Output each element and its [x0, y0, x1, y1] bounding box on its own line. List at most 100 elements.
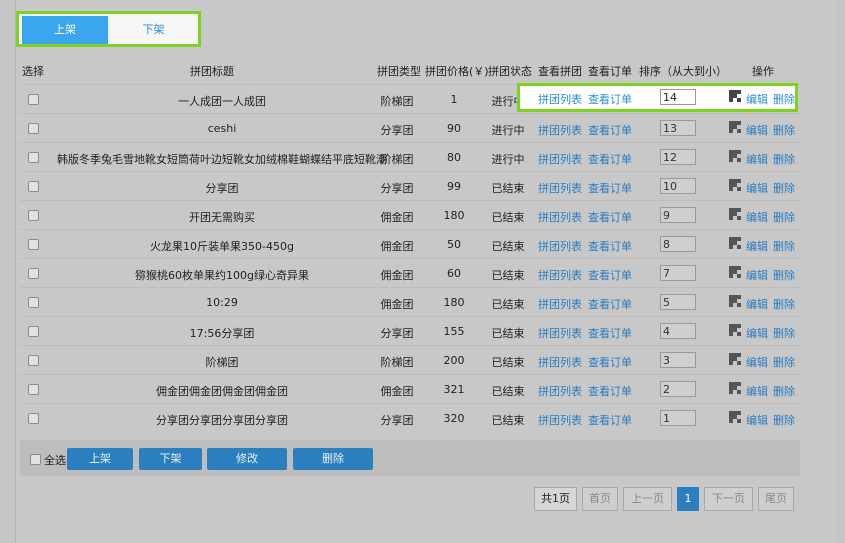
sort-input[interactable]: [660, 178, 696, 194]
row-checkbox[interactable]: [28, 210, 39, 221]
batch-delete-button[interactable]: 删除: [293, 448, 373, 470]
page-first[interactable]: 首页: [582, 487, 618, 511]
delete-link[interactable]: 删除: [773, 383, 795, 399]
edit-link[interactable]: 编辑: [746, 209, 768, 225]
edit-link[interactable]: 编辑: [746, 325, 768, 341]
edit-link[interactable]: 编辑: [746, 91, 768, 107]
qr-code-icon[interactable]: [729, 208, 741, 220]
group-list-link[interactable]: 拼团列表: [538, 151, 582, 167]
delete-link[interactable]: 删除: [773, 180, 795, 196]
page-prev[interactable]: 上一页: [623, 487, 672, 511]
delete-link[interactable]: 删除: [773, 122, 795, 138]
sort-input[interactable]: [660, 381, 696, 397]
row-status: 已结束: [491, 414, 525, 427]
row-type: 佣金团: [380, 211, 414, 224]
qr-code-icon[interactable]: [729, 295, 741, 307]
row-type: 分享团: [380, 182, 414, 195]
row-checkbox[interactable]: [28, 268, 39, 279]
group-list-link[interactable]: 拼团列表: [538, 91, 582, 107]
group-list-link[interactable]: 拼团列表: [538, 325, 582, 341]
sort-input[interactable]: [660, 294, 696, 310]
edit-link[interactable]: 编辑: [746, 151, 768, 167]
row-checkbox[interactable]: [28, 239, 39, 250]
view-order-link[interactable]: 查看订单: [588, 383, 632, 399]
edit-link[interactable]: 编辑: [746, 354, 768, 370]
batch-edit-button[interactable]: 修改: [207, 448, 287, 470]
qr-code-icon[interactable]: [729, 121, 741, 133]
row-checkbox[interactable]: [28, 384, 39, 395]
batch-off-shelf-button[interactable]: 下架: [139, 448, 202, 470]
view-order-link[interactable]: 查看订单: [588, 412, 632, 428]
row-checkbox[interactable]: [28, 152, 39, 163]
row-checkbox[interactable]: [28, 123, 39, 134]
table-row: 火龙果10斤装单果350-450g 佣金团 50 已结束拼团列表查看订单 编辑删除: [20, 229, 800, 258]
group-list-link[interactable]: 拼团列表: [538, 209, 582, 225]
edit-link[interactable]: 编辑: [746, 122, 768, 138]
group-list-link[interactable]: 拼团列表: [538, 238, 582, 254]
view-order-link[interactable]: 查看订单: [588, 91, 632, 107]
row-checkbox[interactable]: [28, 297, 39, 308]
page-current[interactable]: 1: [677, 487, 699, 511]
view-order-link[interactable]: 查看订单: [588, 209, 632, 225]
qr-code-icon[interactable]: [729, 353, 741, 365]
delete-link[interactable]: 删除: [773, 209, 795, 225]
view-order-link[interactable]: 查看订单: [588, 354, 632, 370]
edit-link[interactable]: 编辑: [746, 383, 768, 399]
select-all-checkbox[interactable]: [30, 454, 41, 465]
tab-on-shelf[interactable]: 上架: [22, 16, 108, 44]
sort-input[interactable]: [660, 323, 696, 339]
delete-link[interactable]: 删除: [773, 354, 795, 370]
group-list-link[interactable]: 拼团列表: [538, 296, 582, 312]
qr-code-icon[interactable]: [729, 90, 741, 102]
delete-link[interactable]: 删除: [773, 325, 795, 341]
page-last[interactable]: 尾页: [758, 487, 794, 511]
qr-code-icon[interactable]: [729, 266, 741, 278]
sort-input[interactable]: [660, 149, 696, 165]
group-list-link[interactable]: 拼团列表: [538, 412, 582, 428]
group-list-link[interactable]: 拼团列表: [538, 354, 582, 370]
qr-code-icon[interactable]: [729, 411, 741, 423]
view-order-link[interactable]: 查看订单: [588, 267, 632, 283]
view-order-link[interactable]: 查看订单: [588, 238, 632, 254]
batch-on-shelf-button[interactable]: 上架: [67, 448, 133, 470]
sort-input[interactable]: [660, 352, 696, 368]
qr-code-icon[interactable]: [729, 382, 741, 394]
delete-link[interactable]: 删除: [773, 267, 795, 283]
sort-input[interactable]: [660, 89, 696, 105]
view-order-link[interactable]: 查看订单: [588, 296, 632, 312]
delete-link[interactable]: 删除: [773, 412, 795, 428]
view-order-link[interactable]: 查看订单: [588, 180, 632, 196]
row-checkbox[interactable]: [28, 181, 39, 192]
edit-link[interactable]: 编辑: [746, 267, 768, 283]
delete-link[interactable]: 删除: [773, 296, 795, 312]
view-order-link[interactable]: 查看订单: [588, 151, 632, 167]
qr-code-icon[interactable]: [729, 324, 741, 336]
row-checkbox[interactable]: [28, 413, 39, 424]
sort-input[interactable]: [660, 207, 696, 223]
sort-input[interactable]: [660, 410, 696, 426]
row-checkbox[interactable]: [28, 326, 39, 337]
group-list-link[interactable]: 拼团列表: [538, 122, 582, 138]
qr-code-icon[interactable]: [729, 237, 741, 249]
edit-link[interactable]: 编辑: [746, 180, 768, 196]
delete-link[interactable]: 删除: [773, 238, 795, 254]
delete-link[interactable]: 删除: [773, 151, 795, 167]
sort-input[interactable]: [660, 120, 696, 136]
group-list-link[interactable]: 拼团列表: [538, 383, 582, 399]
edit-link[interactable]: 编辑: [746, 296, 768, 312]
sort-input[interactable]: [660, 236, 696, 252]
sort-input[interactable]: [660, 265, 696, 281]
page-next[interactable]: 下一页: [704, 487, 753, 511]
header-sort: 排序（从大到小）: [639, 65, 727, 78]
group-list-link[interactable]: 拼团列表: [538, 180, 582, 196]
tab-off-shelf[interactable]: 下架: [111, 16, 196, 44]
delete-link[interactable]: 删除: [773, 91, 795, 107]
edit-link[interactable]: 编辑: [746, 238, 768, 254]
group-list-link[interactable]: 拼团列表: [538, 267, 582, 283]
edit-link[interactable]: 编辑: [746, 412, 768, 428]
row-checkbox[interactable]: [28, 355, 39, 366]
view-order-link[interactable]: 查看订单: [588, 325, 632, 341]
qr-code-icon[interactable]: [729, 150, 741, 162]
qr-code-icon[interactable]: [729, 179, 741, 191]
view-order-link[interactable]: 查看订单: [588, 122, 632, 138]
